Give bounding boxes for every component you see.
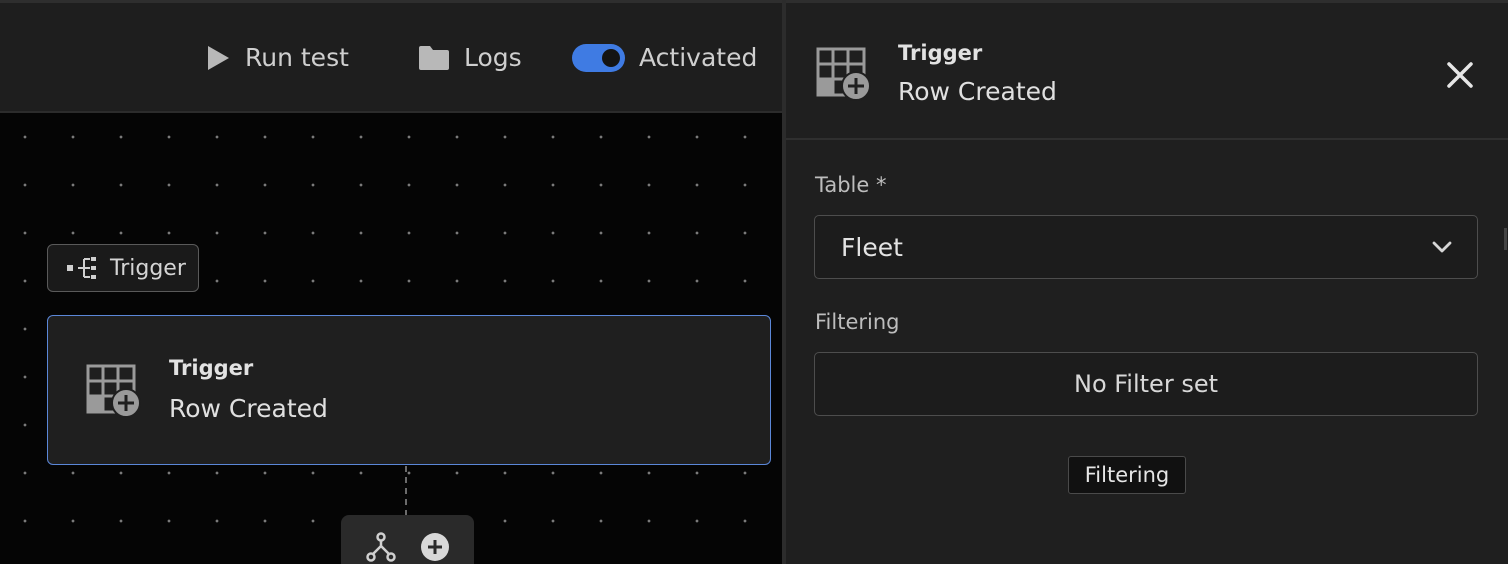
card-title: Trigger xyxy=(169,356,254,380)
folder-icon xyxy=(419,45,449,70)
activation-toggle[interactable]: Activated xyxy=(572,43,757,72)
panel-title: Trigger xyxy=(898,41,983,65)
filter-button[interactable]: No Filter set xyxy=(814,352,1478,416)
trigger-chip[interactable]: Trigger xyxy=(47,244,199,292)
branch-icon xyxy=(67,257,96,279)
table-label: Table * xyxy=(815,173,887,197)
workflow-area: Run test Logs Activated Trigger Trigger … xyxy=(0,0,782,564)
plus-circle-icon[interactable] xyxy=(420,532,450,562)
run-test-button[interactable]: Run test xyxy=(205,43,349,72)
logs-label: Logs xyxy=(464,43,522,72)
chevron-down-icon xyxy=(1432,241,1452,253)
table-select[interactable]: Fleet xyxy=(814,215,1478,279)
trigger-node-card[interactable]: Trigger Row Created xyxy=(47,315,771,465)
activated-label: Activated xyxy=(639,43,758,72)
connector-line xyxy=(405,466,407,516)
logs-button[interactable]: Logs xyxy=(418,43,522,72)
trigger-settings-panel: Trigger Row Created Table * Fleet Filter… xyxy=(786,0,1508,564)
toggle-switch[interactable] xyxy=(572,43,625,72)
table-add-icon xyxy=(86,364,141,418)
filtering-tooltip: Filtering xyxy=(1068,456,1186,494)
trigger-chip-label: Trigger xyxy=(110,255,186,281)
table-select-value: Fleet xyxy=(841,232,903,262)
split-icon[interactable] xyxy=(365,532,396,562)
resize-handle[interactable] xyxy=(1504,228,1507,250)
close-icon[interactable] xyxy=(1444,59,1476,91)
panel-subtitle: Row Created xyxy=(898,77,1057,106)
filtering-label: Filtering xyxy=(815,310,900,334)
run-test-label: Run test xyxy=(245,43,349,72)
toolbar: Run test Logs Activated xyxy=(0,0,782,113)
node-action-bar xyxy=(341,515,474,564)
card-subtitle: Row Created xyxy=(169,394,328,423)
panel-header: Trigger Row Created xyxy=(786,0,1508,140)
play-icon xyxy=(208,45,229,70)
table-add-icon xyxy=(816,47,871,101)
